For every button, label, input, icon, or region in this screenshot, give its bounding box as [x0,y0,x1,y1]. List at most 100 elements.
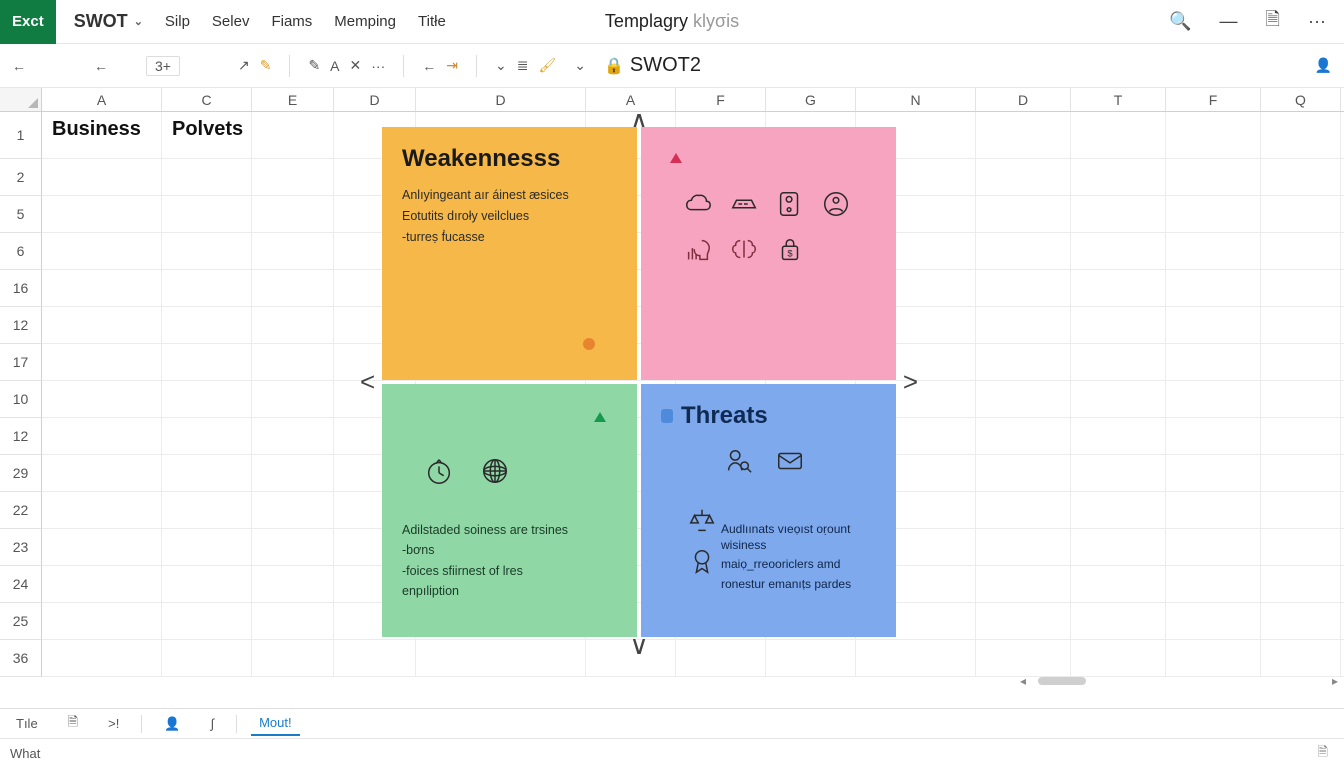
row-header[interactable]: 22 [0,492,42,529]
bars-icon[interactable]: ≣ [517,57,529,74]
row-header[interactable]: 29 [0,455,42,492]
cell[interactable] [1166,640,1261,676]
row-header[interactable]: 10 [0,381,42,418]
name-box[interactable]: SWOT2 [630,54,701,77]
column-header[interactable]: E [252,88,334,111]
tab-integral-icon[interactable]: ∫ [203,712,223,735]
tab-next[interactable]: >! [100,712,127,735]
swot-threats[interactable]: Threats Audlıınats vıeọıst oṛount wisine… [641,384,896,637]
column-header[interactable]: A [586,88,676,111]
app-button[interactable]: Exct [0,0,56,44]
cell[interactable] [1166,196,1261,232]
cell[interactable] [1071,307,1166,343]
cell[interactable] [976,307,1071,343]
cell[interactable] [1261,196,1341,232]
cell[interactable] [252,640,334,676]
cell[interactable] [252,344,334,380]
cell[interactable] [1071,233,1166,269]
cell[interactable] [1261,566,1341,602]
cell[interactable] [162,344,252,380]
cell[interactable] [1261,492,1341,528]
cell[interactable] [1261,381,1341,417]
cell-b1[interactable]: Polvets [162,112,251,147]
cell[interactable] [252,307,334,343]
cell[interactable] [1166,159,1261,195]
cell[interactable] [976,529,1071,565]
cell[interactable] [42,233,162,269]
column-header[interactable]: C [162,88,252,111]
tab-tile[interactable]: Tıle [8,712,46,735]
cell[interactable] [162,418,252,454]
cell[interactable] [1166,418,1261,454]
cell[interactable] [1166,307,1261,343]
scroll-left-icon[interactable]: ◂ [1020,674,1026,688]
cell[interactable] [1166,381,1261,417]
cell[interactable] [1071,159,1166,195]
cell[interactable] [42,307,162,343]
cell[interactable] [856,640,976,676]
cell[interactable] [976,112,1071,158]
zoom-box[interactable]: 3+ [146,56,180,76]
cell[interactable] [162,455,252,491]
cell[interactable] [1261,344,1341,380]
cell[interactable] [252,159,334,195]
row-header[interactable]: 24 [0,566,42,603]
cell[interactable] [42,566,162,602]
cell[interactable] [1071,196,1166,232]
undo-button[interactable]: ← [94,58,108,74]
cell[interactable] [976,455,1071,491]
cell[interactable] [252,455,334,491]
cell[interactable] [162,381,252,417]
cell[interactable] [1261,159,1341,195]
cell[interactable] [162,159,252,195]
row-header[interactable]: 17 [0,344,42,381]
arrow-ne-icon[interactable]: ↗ [238,57,250,74]
cell[interactable] [42,270,162,306]
cell[interactable] [1166,344,1261,380]
cell[interactable] [42,492,162,528]
cell[interactable] [1071,381,1166,417]
cell[interactable] [976,233,1071,269]
column-header[interactable]: D [976,88,1071,111]
indent-icon[interactable]: ⇥ [446,57,458,74]
cell[interactable]: Business [42,112,162,158]
scroll-right-icon[interactable]: ▸ [1332,674,1338,688]
row-header[interactable]: 2 [0,159,42,196]
dropdown2-icon[interactable]: ⌄ [574,57,586,74]
dropdown-icon[interactable]: ⌄ [495,57,507,74]
cell[interactable] [42,196,162,232]
cell[interactable] [42,159,162,195]
row-header[interactable]: 36 [0,640,42,677]
cell[interactable] [1071,603,1166,639]
brush-icon[interactable]: 🖌 [538,57,556,74]
cell[interactable] [1071,529,1166,565]
cell[interactable] [1166,270,1261,306]
cell[interactable] [252,492,334,528]
cell[interactable] [252,603,334,639]
more-dots-icon[interactable]: ··· [371,58,385,74]
cell[interactable] [162,270,252,306]
back-button[interactable]: ← [12,58,26,74]
cell[interactable] [676,640,766,676]
cell[interactable] [42,529,162,565]
menu-item-memping[interactable]: Memping [334,13,396,30]
column-header[interactable]: F [1166,88,1261,111]
row-header[interactable]: 6 [0,233,42,270]
cell[interactable]: Polvets [162,112,252,158]
status-page-icon[interactable]: 🗎 [1318,743,1334,765]
cell[interactable] [416,640,586,676]
font-a-icon[interactable]: A [330,58,339,74]
cell[interactable] [976,603,1071,639]
cell[interactable] [1071,640,1166,676]
cell[interactable] [162,307,252,343]
tab-page-icon[interactable]: 🗎 [60,709,86,739]
account-icon[interactable]: 👤 [1315,57,1332,73]
cell[interactable] [976,640,1071,676]
column-header[interactable]: G [766,88,856,111]
cell[interactable] [766,640,856,676]
row-header[interactable]: 25 [0,603,42,640]
cell[interactable] [976,159,1071,195]
cell[interactable] [976,566,1071,602]
cell[interactable] [1071,344,1166,380]
row-header[interactable]: 23 [0,529,42,566]
